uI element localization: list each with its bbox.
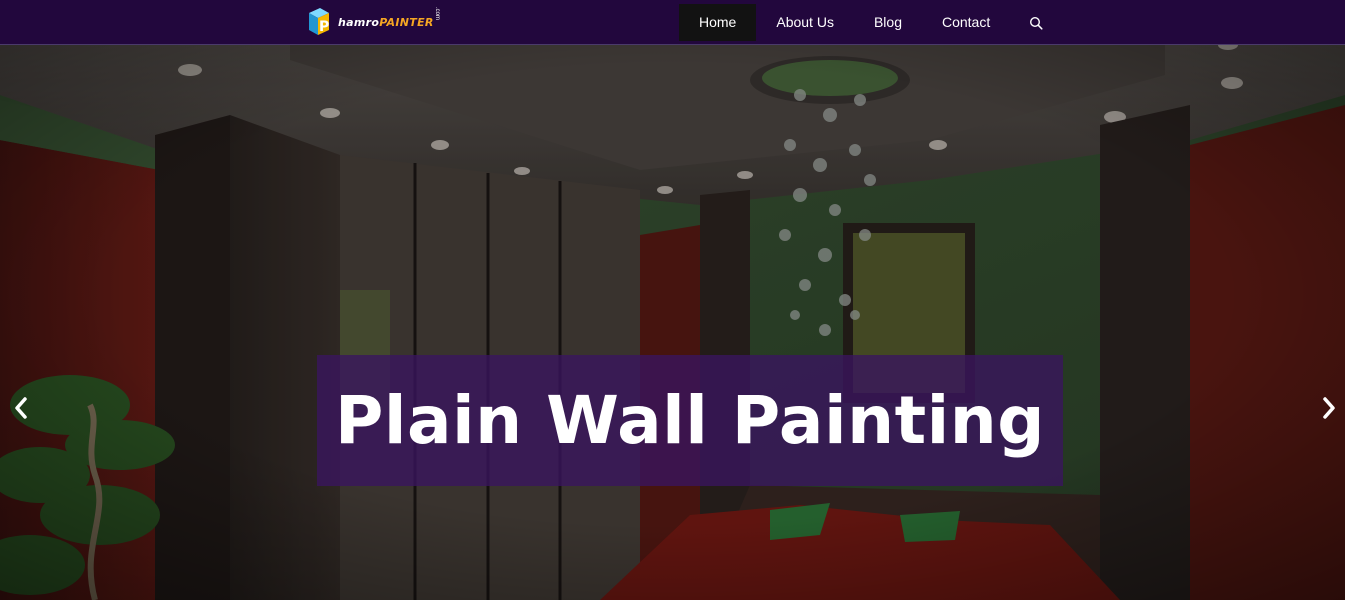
- hero-slider: Plain Wall Painting: [0, 45, 1345, 600]
- hero-caption-box: Plain Wall Painting: [317, 355, 1063, 486]
- nav-item-about-us[interactable]: About Us: [756, 4, 854, 41]
- hp-cube-logo-icon: P: [309, 8, 329, 35]
- logo-suffix: .com: [434, 7, 440, 21]
- hero-background-image: [0, 45, 1345, 600]
- svg-text:P: P: [319, 19, 329, 35]
- slider-prev-button[interactable]: [7, 393, 35, 423]
- main-nav: Home About Us Blog Contact: [679, 4, 1056, 41]
- nav-item-blog[interactable]: Blog: [854, 4, 922, 41]
- search-button[interactable]: [1016, 4, 1056, 41]
- slider-next-button[interactable]: [1315, 393, 1343, 423]
- nav-item-contact[interactable]: Contact: [922, 4, 1010, 41]
- logo-name: PAINTER: [379, 16, 434, 29]
- chevron-left-icon: [15, 397, 27, 419]
- logo-prefix: hamro: [338, 16, 380, 29]
- top-navbar: P hamroPAINTER .com Home About Us Blog C…: [0, 0, 1345, 45]
- nav-item-home[interactable]: Home: [679, 4, 757, 41]
- site-logo[interactable]: P hamroPAINTER .com: [305, 5, 450, 39]
- hero-title: Plain Wall Painting: [335, 382, 1045, 459]
- search-icon: [1030, 16, 1043, 30]
- chevron-right-icon: [1323, 397, 1335, 419]
- logo-wordmark: hamroPAINTER: [338, 16, 434, 29]
